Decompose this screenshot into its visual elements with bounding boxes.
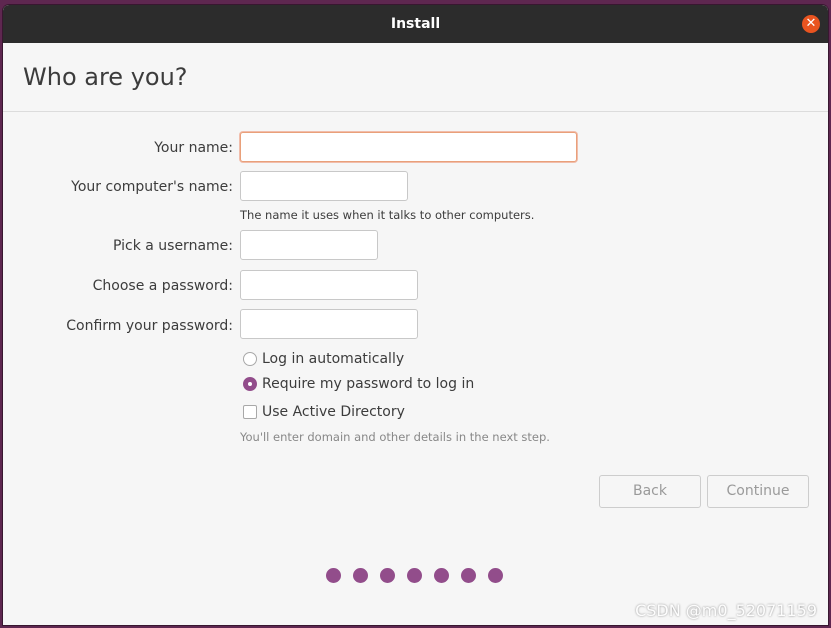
progress-dot [380,568,395,583]
password-label: Choose a password: [92,278,233,294]
login-automatically-option[interactable]: Log in automatically [243,349,404,369]
confirm-password-label: Confirm your password: [66,318,233,334]
require-password-label: Require my password to log in [262,376,475,392]
checkbox-unchecked-icon[interactable] [243,405,257,419]
continue-button[interactable]: Continue [707,475,809,508]
progress-dot [353,568,368,583]
installer-window: Install ✕ Who are you? Your name: Your c… [3,5,828,625]
confirm-password-field[interactable] [240,309,418,339]
radio-unchecked-icon[interactable] [243,352,257,366]
active-directory-option[interactable]: Use Active Directory [243,402,405,422]
back-button[interactable]: Back [599,475,701,508]
computer-name-hint: The name it uses when it talks to other … [240,208,535,222]
watermark-text: CSDN @m0_52071159 [635,601,817,620]
progress-dot [407,568,422,583]
your-name-label: Your name: [154,140,233,156]
progress-dot [434,568,449,583]
progress-dot [326,568,341,583]
computer-name-label: Your computer's name: [71,179,233,195]
title-bar[interactable]: Install ✕ [3,5,828,43]
password-field[interactable] [240,270,418,300]
active-directory-label: Use Active Directory [262,404,405,420]
username-field[interactable] [240,230,378,260]
page-title: Who are you? [23,63,188,91]
username-label: Pick a username: [112,238,233,254]
computer-name-field[interactable] [240,171,408,201]
progress-dot [488,568,503,583]
window-title: Install [390,16,441,32]
page-header: Who are you? [3,43,828,112]
active-directory-hint: You'll enter domain and other details in… [240,430,550,444]
close-icon[interactable]: ✕ [802,15,820,33]
radio-checked-icon[interactable] [243,377,257,391]
progress-dot [461,568,476,583]
your-name-field[interactable] [240,132,577,162]
login-automatically-label: Log in automatically [262,351,405,367]
require-password-option[interactable]: Require my password to log in [243,374,474,394]
progress-dots [326,568,515,583]
